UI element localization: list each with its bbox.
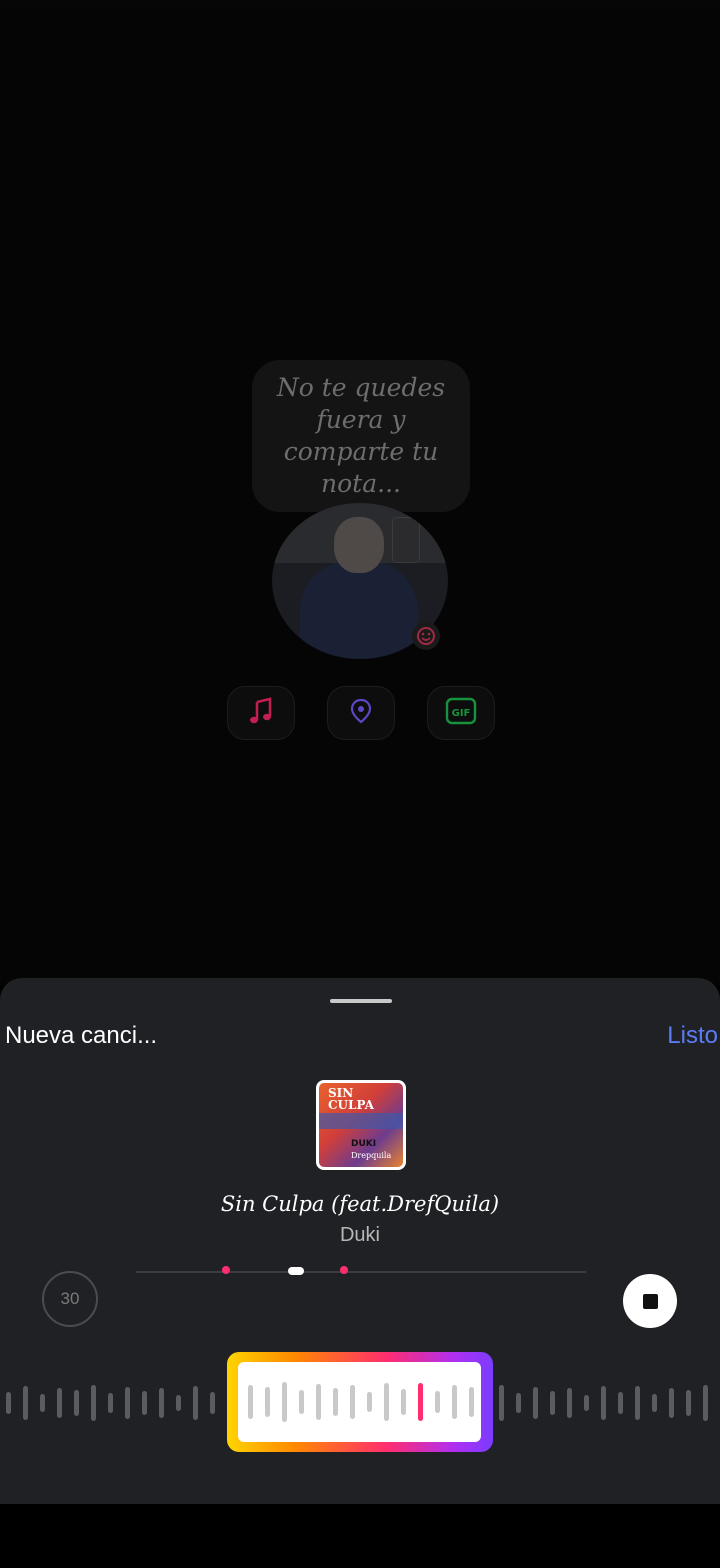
selected-waveform-bar [452, 1385, 457, 1419]
waveform-bar [108, 1393, 113, 1413]
selected-waveform-bar [367, 1392, 372, 1412]
waveform-bar [652, 1394, 657, 1412]
song-timeline[interactable] [136, 1271, 586, 1273]
selected-waveform-bar [282, 1382, 287, 1422]
selected-waveform-bar [469, 1387, 474, 1417]
waveform-playhead-bar [418, 1383, 423, 1421]
note-placeholder: No te quedes fuera y comparte tu nota... [276, 373, 446, 498]
waveform-bar [142, 1391, 147, 1415]
stop-button[interactable] [623, 1274, 677, 1328]
waveform-bar [40, 1394, 45, 1412]
cover-title: SIN CULPA [328, 1086, 374, 1112]
location-button[interactable] [327, 686, 395, 740]
selected-waveform-bar [265, 1387, 270, 1417]
song-title: Sin Culpa (feat.DrefQuila) [220, 1192, 500, 1216]
music-note-icon [246, 696, 276, 730]
timeline-playhead[interactable] [288, 1267, 304, 1275]
selected-waveform-bar [435, 1391, 440, 1413]
waveform-bar [23, 1386, 28, 1420]
done-button[interactable]: Listo [667, 1022, 718, 1050]
song-artist: Duki [339, 1224, 380, 1246]
selected-waveform-bar [333, 1388, 338, 1416]
selected-waveform-bar [248, 1385, 253, 1419]
gif-label: GIF [452, 708, 471, 719]
cover-artist: DUKI [351, 1139, 377, 1149]
note-bubble[interactable]: No te quedes fuera y comparte tu nota... [252, 360, 470, 512]
waveform-bar [567, 1388, 572, 1418]
waveform-bar [125, 1387, 130, 1419]
waveform-bar [91, 1385, 96, 1421]
stop-icon [642, 1293, 658, 1309]
waveform-bar [686, 1390, 691, 1416]
waveform-bar [516, 1393, 521, 1413]
waveform-bar [618, 1392, 623, 1414]
selected-waveform [248, 1382, 474, 1422]
selected-waveform-bar [384, 1383, 389, 1421]
selected-waveform-bar [401, 1389, 406, 1415]
waveform-bar [601, 1386, 606, 1420]
waveform-bar [159, 1388, 164, 1418]
clip-selector[interactable] [227, 1352, 493, 1452]
waveform-bar [57, 1388, 62, 1418]
gif-button[interactable]: GIF [427, 686, 495, 740]
drag-handle[interactable] [330, 999, 392, 1003]
waveform-bar [533, 1387, 538, 1419]
sheet-title: Nueva canci... [5, 1022, 158, 1049]
waveform-bar [584, 1395, 589, 1411]
music-button[interactable] [227, 686, 295, 740]
waveform-bar [6, 1392, 11, 1414]
waveform-bar [74, 1390, 79, 1416]
waveform-bar [210, 1392, 215, 1414]
emoji-icon[interactable] [412, 622, 440, 650]
selected-waveform-bar [299, 1390, 304, 1414]
gif-icon: GIF [444, 696, 478, 730]
location-pin-icon [347, 697, 375, 729]
duration-button[interactable]: 30 [42, 1271, 98, 1327]
selected-waveform-bar [316, 1384, 321, 1420]
waveform-bar [703, 1385, 708, 1421]
timeline-start-marker [222, 1266, 230, 1274]
waveform-bar [499, 1385, 504, 1421]
album-cover: SIN CULPA DUKI Dreрquila [316, 1080, 406, 1170]
timeline-end-marker [340, 1266, 348, 1274]
music-bottom-sheet: Nueva canci... Listo SIN CULPA DUKI Dreр… [0, 978, 720, 1504]
waveform-bar [635, 1386, 640, 1420]
waveform-bar [550, 1391, 555, 1415]
waveform-bar [193, 1386, 198, 1420]
status-bar [0, 0, 720, 10]
waveform-bar [176, 1395, 181, 1411]
cover-feat: Dreрquila [351, 1151, 392, 1160]
waveform-bar [669, 1388, 674, 1418]
navigation-bar [0, 1504, 720, 1568]
selected-waveform-bar [350, 1385, 355, 1419]
